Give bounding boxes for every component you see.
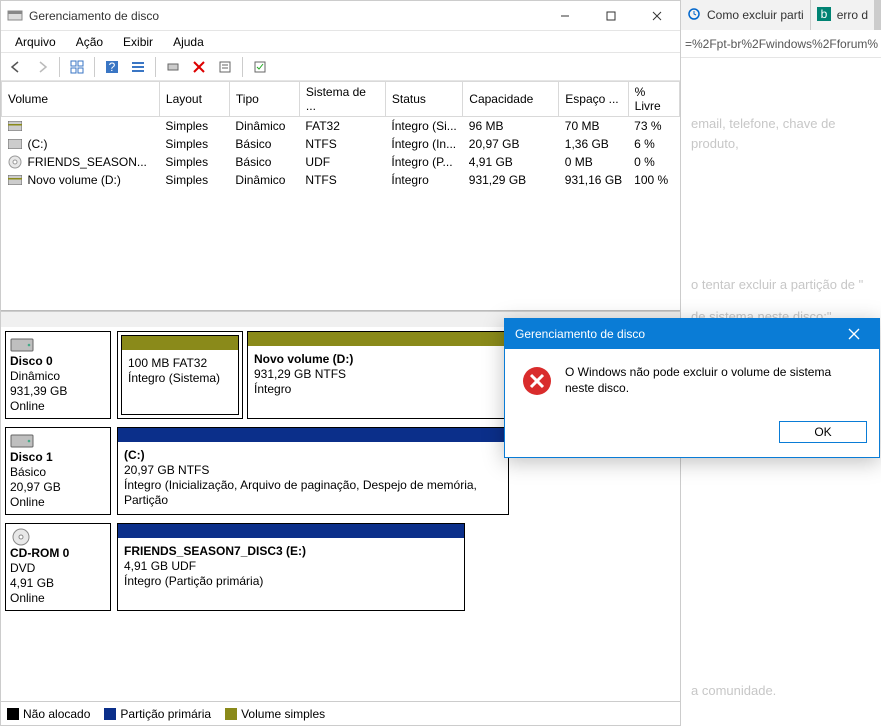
list-view-button[interactable] xyxy=(127,56,149,78)
disk-icon xyxy=(10,432,38,450)
dialog-title: Gerenciamento de disco xyxy=(515,327,645,341)
ok-button[interactable]: OK xyxy=(779,421,867,443)
menubar: Arquivo Ação Exibir Ajuda xyxy=(1,31,680,53)
dialog-titlebar: Gerenciamento de disco xyxy=(505,319,879,349)
properties-button[interactable] xyxy=(214,56,236,78)
browser-tab-1[interactable]: Como excluir parti xyxy=(681,0,810,30)
volume-icon xyxy=(2,153,22,171)
partition[interactable]: 100 MB FAT32Íntegro (Sistema) xyxy=(117,331,243,419)
col-filesystem[interactable]: Sistema de ... xyxy=(299,82,385,117)
disk-row: CD-ROM 0DVD4,91 GBOnlineFRIENDS_SEASON7_… xyxy=(5,523,676,611)
col-layout[interactable]: Layout xyxy=(159,82,229,117)
grid-view-button[interactable] xyxy=(66,56,88,78)
dialog-message: O Windows não pode excluir o volume de s… xyxy=(565,365,863,396)
table-header-row: Volume Layout Tipo Sistema de ... Status… xyxy=(2,82,680,117)
volume-icon xyxy=(2,135,22,153)
volume-icon xyxy=(2,117,22,136)
refresh-button[interactable] xyxy=(162,56,184,78)
tabstrip: Como excluir parti b erro d xyxy=(681,0,881,30)
volume-table[interactable]: Volume Layout Tipo Sistema de ... Status… xyxy=(1,81,680,189)
table-row[interactable]: Novo volume (D:)SimplesDinâmicoNTFSÍnteg… xyxy=(2,171,680,189)
ghost-text: email, telefone, chave de produto, xyxy=(681,108,881,159)
partition-band xyxy=(248,332,514,346)
legend-unallocated: Não alocado xyxy=(7,707,90,721)
menu-help[interactable]: Ajuda xyxy=(163,33,214,51)
favicon-icon xyxy=(687,7,703,23)
disk-layout: FRIENDS_SEASON7_DISC3 (E:)4,91 GB UDFÍnt… xyxy=(117,523,676,611)
error-icon xyxy=(521,365,553,397)
disk-info[interactable]: Disco 1Básico20,97 GBOnline xyxy=(5,427,111,515)
browser-tab-2[interactable]: b erro d xyxy=(811,0,874,30)
volume-icon xyxy=(2,171,22,189)
legend-simple: Volume simples xyxy=(225,707,325,721)
error-dialog: Gerenciamento de disco O Windows não pod… xyxy=(504,318,880,458)
window-title: Gerenciamento de disco xyxy=(29,9,542,23)
legend: Não alocado Partição primária Volume sim… xyxy=(1,701,680,725)
col-volume[interactable]: Volume xyxy=(2,82,160,117)
back-button[interactable] xyxy=(5,56,27,78)
disk-icon xyxy=(10,528,38,546)
maximize-button[interactable] xyxy=(588,1,634,31)
disk-icon xyxy=(10,336,38,354)
volume-list-pane: Volume Layout Tipo Sistema de ... Status… xyxy=(1,81,680,311)
table-row[interactable]: (C:)SimplesBásicoNTFSÍntegro (In...20,97… xyxy=(2,135,680,153)
disk-info[interactable]: CD-ROM 0DVD4,91 GBOnline xyxy=(5,523,111,611)
ghost-text: o tentar excluir a partição de " xyxy=(681,269,881,301)
ghost-text: a comunidade. xyxy=(681,675,786,707)
forward-button[interactable] xyxy=(31,56,53,78)
delete-button[interactable] xyxy=(188,56,210,78)
col-capacity[interactable]: Capacidade xyxy=(463,82,559,117)
col-pctfree[interactable]: % Livre xyxy=(628,82,679,117)
table-row[interactable]: SimplesDinâmicoFAT32Íntegro (Si...96 MB7… xyxy=(2,117,680,136)
menu-file[interactable]: Arquivo xyxy=(5,33,66,51)
app-icon xyxy=(7,8,23,24)
toolbar: ? xyxy=(1,53,680,81)
menu-view[interactable]: Exibir xyxy=(113,33,163,51)
menu-action[interactable]: Ação xyxy=(66,33,113,51)
disk-info[interactable]: Disco 0Dinâmico931,39 GBOnline xyxy=(5,331,111,419)
partition-band xyxy=(122,336,238,350)
partition[interactable]: (C:)20,97 GB NTFSÍntegro (Inicialização,… xyxy=(117,427,509,515)
partition[interactable]: FRIENDS_SEASON7_DISC3 (E:)4,91 GB UDFÍnt… xyxy=(117,523,465,611)
url-bar[interactable]: =%2Fpt-br%2Fwindows%2Fforum% xyxy=(681,30,881,58)
svg-text:?: ? xyxy=(109,60,116,74)
settings-button[interactable] xyxy=(249,56,271,78)
svg-text:b: b xyxy=(820,7,827,21)
col-status[interactable]: Status xyxy=(385,82,462,117)
bing-icon: b xyxy=(817,7,833,23)
titlebar: Gerenciamento de disco xyxy=(1,1,680,31)
partition-band xyxy=(118,428,508,442)
col-type[interactable]: Tipo xyxy=(229,82,299,117)
dialog-close-button[interactable] xyxy=(839,319,869,349)
partition[interactable]: Novo volume (D:)931,29 GB NTFSÍntegro xyxy=(247,331,515,419)
close-button[interactable] xyxy=(634,1,680,31)
legend-primary: Partição primária xyxy=(104,707,211,721)
help-button[interactable]: ? xyxy=(101,56,123,78)
table-row[interactable]: FRIENDS_SEASON...SimplesBásicoUDFÍntegro… xyxy=(2,153,680,171)
minimize-button[interactable] xyxy=(542,1,588,31)
partition[interactable]: 100 MB FAT32Íntegro (Sistema) xyxy=(121,335,239,415)
col-free[interactable]: Espaço ... xyxy=(559,82,628,117)
partition-band xyxy=(118,524,464,538)
